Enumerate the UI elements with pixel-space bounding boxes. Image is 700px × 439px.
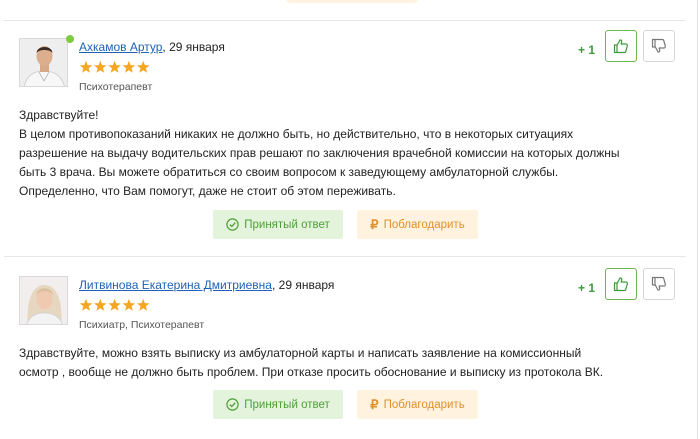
star-icon <box>122 60 136 73</box>
ruble-icon: ₽ <box>370 216 379 232</box>
rating-stars-icon <box>79 298 150 311</box>
accepted-answer-button[interactable]: Принятый ответ <box>213 390 343 419</box>
thank-label: Поблагодарить <box>383 218 465 231</box>
answer-text: Здравствуйте! В целом противопоказаний н… <box>19 108 620 198</box>
author-line: Литвинова Екатерина Дмитриевна, 29 январ… <box>79 278 334 292</box>
doctor-specialty: Психотерапевт <box>79 81 153 93</box>
scrollbar-track[interactable] <box>697 0 698 439</box>
star-icon <box>108 60 121 73</box>
thumbs-down-button[interactable] <box>643 30 675 62</box>
star-icon <box>122 298 136 311</box>
author-line: Ахкамов Артур, 29 января <box>79 40 225 54</box>
online-status-icon <box>66 35 74 43</box>
vote-count: + 1 <box>578 281 596 295</box>
vote-count: + 1 <box>578 43 596 57</box>
ruble-icon: ₽ <box>370 396 379 412</box>
accepted-answer-label: Принятый ответ <box>244 218 330 231</box>
thumbs-down-icon <box>651 38 666 53</box>
star-icon <box>136 60 150 73</box>
rating-stars-icon <box>79 60 150 73</box>
star-icon <box>79 298 93 311</box>
avatar[interactable] <box>19 38 68 87</box>
star-icon <box>79 60 93 73</box>
star-icon <box>94 60 107 73</box>
answer-date: , 29 января <box>162 40 225 54</box>
thank-button[interactable]: ₽ Поблагодарить <box>357 390 478 419</box>
star-icon <box>136 298 150 311</box>
check-circle-icon <box>226 398 239 411</box>
author-link[interactable]: Ахкамов Артур <box>79 40 162 54</box>
thank-label: Поблагодарить <box>383 398 465 411</box>
thumbs-up-button[interactable] <box>605 30 637 62</box>
thumbs-up-icon <box>613 277 628 292</box>
accepted-answer-button[interactable]: Принятый ответ <box>213 210 343 239</box>
previous-thank-button-edge[interactable] <box>286 0 418 3</box>
star-icon <box>94 298 107 311</box>
thumbs-up-icon <box>613 39 628 54</box>
answer-text: Здравствуйте, можно взять выписку из амб… <box>19 346 604 379</box>
answer-date: , 29 января <box>271 278 335 292</box>
thumbs-down-icon <box>651 276 666 291</box>
avatar[interactable] <box>19 276 68 325</box>
doctor-specialty: Психиатр, Психотерапевт <box>79 319 205 331</box>
star-icon <box>108 298 121 311</box>
accepted-answer-label: Принятый ответ <box>244 398 330 411</box>
divider <box>4 256 686 257</box>
divider <box>4 20 686 21</box>
thank-button[interactable]: ₽ Поблагодарить <box>357 210 478 239</box>
check-circle-icon <box>226 218 239 231</box>
thumbs-down-button[interactable] <box>643 268 675 300</box>
thumbs-up-button[interactable] <box>605 268 637 300</box>
author-link[interactable]: Литвинова Екатерина Дмитриевна <box>79 278 272 292</box>
